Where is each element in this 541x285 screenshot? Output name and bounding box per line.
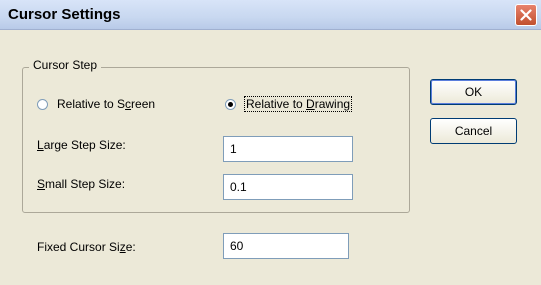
large-step-size-input[interactable]: [223, 136, 353, 162]
relative-to-drawing-label: Relative to Drawing: [243, 96, 353, 112]
fixed-cursor-size-input[interactable]: [223, 233, 349, 259]
cursor-step-group-label: Cursor Step: [29, 58, 102, 72]
relative-to-screen-label: Relative to Screen: [57, 97, 156, 111]
close-button[interactable]: [515, 4, 537, 26]
window-title: Cursor Settings: [8, 6, 121, 23]
cursor-settings-dialog: Cursor Settings Cursor Step Relative to …: [0, 0, 541, 285]
ok-button[interactable]: OK: [430, 79, 517, 105]
radio-circle-screen: [37, 98, 48, 110]
close-icon: [520, 9, 532, 21]
relative-to-screen-radio[interactable]: Relative to Screen: [37, 97, 155, 111]
cancel-button[interactable]: Cancel: [430, 118, 517, 144]
small-step-size-input[interactable]: [223, 174, 353, 200]
radio-circle-drawing: [225, 98, 236, 110]
fixed-cursor-size-label: Fixed Cursor Size:: [37, 240, 136, 254]
title-bar[interactable]: Cursor Settings: [0, 0, 541, 30]
small-step-size-label: Small Step Size:: [37, 177, 126, 191]
relative-to-drawing-radio[interactable]: Relative to Drawing: [225, 96, 353, 112]
large-step-size-label: Large Step Size:: [37, 138, 126, 152]
